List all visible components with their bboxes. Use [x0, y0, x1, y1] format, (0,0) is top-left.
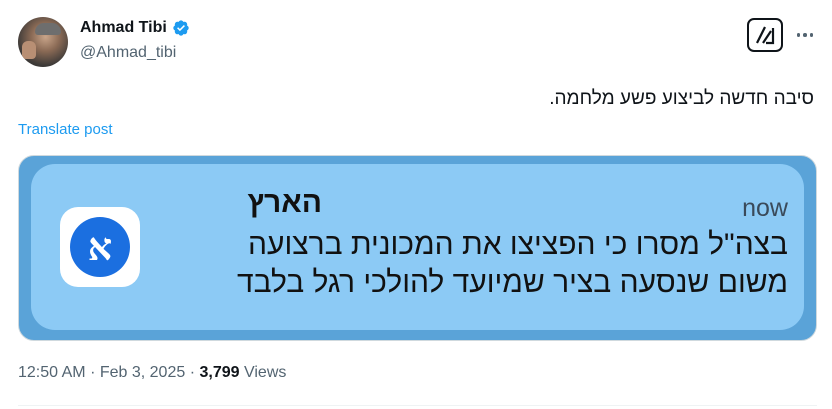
author-name[interactable]: Ahmad Tibi [80, 19, 167, 37]
translate-post-link[interactable]: Translate post [18, 121, 113, 138]
views-label: Views [243, 364, 287, 381]
haaretz-app-icon: א [60, 207, 140, 287]
verified-badge-icon [173, 20, 189, 36]
notification-title: הארץ [247, 186, 322, 219]
more-dots-icon [809, 33, 814, 37]
tweet-date[interactable]: Feb 3, 2025 [100, 364, 185, 381]
meta-separator: · [90, 364, 96, 381]
meta-separator: · [189, 364, 196, 381]
avatar-hand [22, 41, 36, 59]
avatar-hair [35, 23, 61, 35]
notification-time: now [742, 194, 788, 222]
tweet-text: סיבה חדשה לביצוע פשע מלחמה. [549, 88, 814, 109]
more-dots-icon [796, 33, 801, 37]
tweet-time[interactable]: 12:50 AM [18, 364, 86, 381]
tweet-meta: 12:50 AM · Feb 3, 2025 · 3,799 Views [18, 364, 286, 382]
more-dots-icon [803, 33, 807, 37]
notification-body-line-1: בצה"ל מסרו כי הפציצו את המכונית ברצועה [248, 228, 788, 261]
notification-body-line-2: משום שנסעה בציר שמיועד להולכי רגל בלבד [236, 266, 788, 299]
author-handle[interactable]: @Ahmad_tibi [80, 44, 176, 62]
views-count: 3,799 [199, 364, 240, 381]
tweet-media-image[interactable]: א הארץ now בצה"ל מסרו כי הפציצו את המכונ… [18, 155, 817, 341]
author-name-row: Ahmad Tibi [80, 19, 190, 37]
grok-icon [756, 26, 775, 45]
app-icon-letter: א [70, 217, 130, 277]
grok-button[interactable] [747, 18, 783, 52]
divider [18, 405, 817, 406]
push-notification-card: א הארץ now בצה"ל מסרו כי הפציצו את המכונ… [31, 164, 804, 330]
author-avatar[interactable] [18, 17, 68, 67]
more-options-button[interactable] [793, 25, 817, 45]
